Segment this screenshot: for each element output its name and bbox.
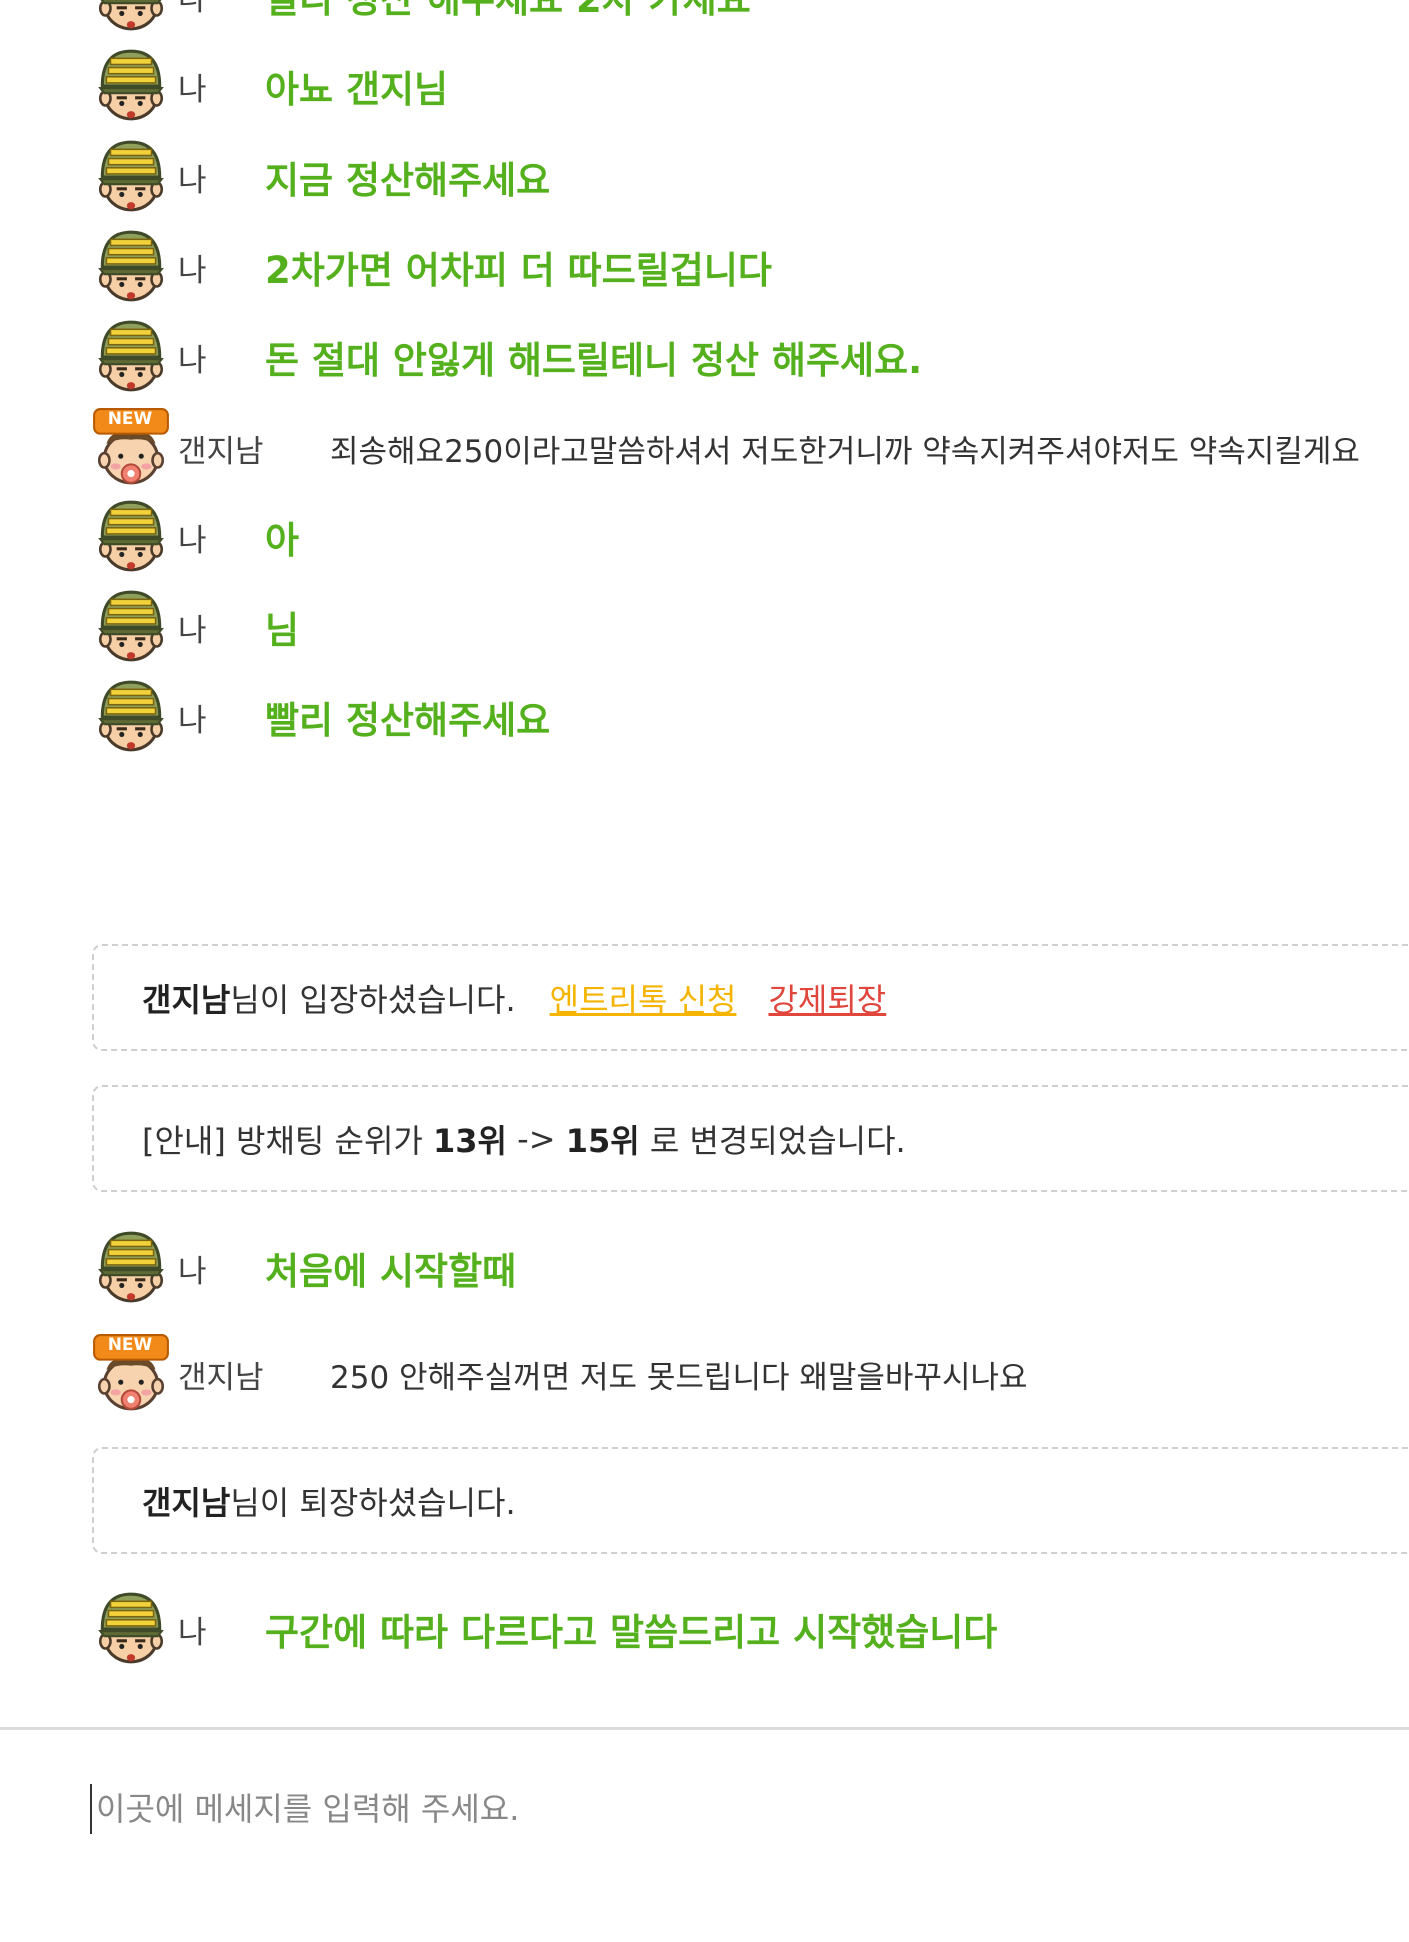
notice-text: 님이 퇴장하셨습니다. [230,1483,516,1522]
nickname: 갠지남 [178,433,264,470]
message-text: 처음에 시작할때 [265,1250,517,1293]
notice-text: [안내] 방채팅 순위가 [142,1121,434,1160]
nickname: 나 [178,522,207,559]
soldier-avatar-icon [90,1588,172,1670]
entry-talk-request-link[interactable]: 엔트리톡 신청 [550,975,737,1021]
message-input-area [0,1730,1409,1942]
nickname: 나 [178,1253,207,1290]
message-text: 돈 절대 안잃게 해드릴테니 정산 해주세요. [265,339,923,382]
message-text: 아 [265,519,300,562]
notice-user-name: 갠지남 [142,1483,231,1522]
soldier-avatar-icon [90,676,172,758]
soldier-avatar-icon [90,496,172,578]
new-baby-avatar-icon: NEW [90,407,172,489]
notice-text: 로 변경되었습니다. [639,1121,906,1160]
soldier-avatar-icon [90,1227,172,1309]
nickname: 나 [178,0,207,19]
system-notice-leave: 갠지남 님이 퇴장하셨습니다. [92,1447,1409,1554]
system-notice-rank: [안내] 방채팅 순위가 13위 -> 15위 로 변경되었습니다. [92,1085,1409,1192]
kick-link[interactable]: 강제퇴장 [768,975,886,1021]
chat-row-me: 나 지금 정산해주세요 [90,136,550,218]
message-text: 아뇨 갠지님 [265,68,449,111]
message-text: 빨리 정산해주세요 [265,699,551,742]
nickname: 나 [178,342,207,379]
new-baby-avatar-icon: NEW [90,1333,172,1415]
message-text: 2차가면 어차피 더 따드릴겁니다 [265,249,772,292]
soldier-avatar-icon [90,0,172,37]
chat-message-list[interactable]: 나 빨리 정산 해주세요 2차 가세요 나 아뇨 갠지님 나 지금 정산해주세요… [0,0,1409,1727]
message-text: 빨리 정산 해주세요 2차 가세요 [265,0,751,23]
notice-text: 님이 입장하셨습니다. [230,980,516,1019]
system-notice-enter: 갠지남 님이 입장하셨습니다. 엔트리톡 신청 강제퇴장 [92,944,1409,1051]
nickname: 나 [178,71,207,108]
nickname: 나 [178,252,207,289]
chat-row-me: 나 아 [90,496,299,578]
chat-row-me: 나 빨리 정산 해주세요 2차 가세요 [90,0,751,37]
rank-arrow: -> [507,1119,566,1158]
message-text: 250 안해주실꺼면 저도 못드립니다 왜말을바꾸시나요 [330,1359,1028,1396]
chat-row-other: NEW 갠지남 죄송해요250이라고말씀하셔서 저도한거니까 약속지켜주셔야저도… [90,407,1360,489]
soldier-avatar-icon [90,136,172,218]
nickname: 갠지남 [178,1359,264,1396]
rank-from: 13위 [433,1121,507,1160]
chat-row-me: 나 아뇨 갠지님 [90,45,448,127]
chat-row-me: 나 빨리 정산해주세요 [90,676,550,758]
chat-row-me: 나 돈 절대 안잃게 해드릴테니 정산 해주세요. [90,316,922,398]
new-badge: NEW [107,1335,153,1355]
chat-row-me: 나 처음에 시작할때 [90,1227,516,1309]
chat-row-me: 나 구간에 따라 다르다고 말씀드리고 시작했습니다 [90,1588,997,1670]
chat-row-me: 나 2차가면 어차피 더 따드릴겁니다 [90,226,772,308]
soldier-avatar-icon [90,45,172,127]
chat-row-me: 나 님 [90,586,299,668]
message-text: 죄송해요250이라고말씀하셔서 저도한거니까 약속지켜주셔야저도 약속지킬게요 [330,433,1360,470]
chat-row-other: NEW 갠지남 250 안해주실꺼면 저도 못드립니다 왜말을바꾸시나요 [90,1333,1028,1415]
message-text: 지금 정산해주세요 [265,159,551,202]
notice-user-name: 갠지남 [142,980,231,1019]
soldier-avatar-icon [90,586,172,668]
soldier-avatar-icon [90,316,172,398]
message-text: 구간에 따라 다르다고 말씀드리고 시작했습니다 [265,1611,998,1654]
nickname: 나 [178,612,207,649]
new-badge: NEW [107,409,153,429]
nickname: 나 [178,1614,207,1651]
message-input[interactable] [90,1784,1346,1834]
soldier-avatar-icon [90,226,172,308]
nickname: 나 [178,162,207,199]
message-text: 님 [265,609,300,652]
nickname: 나 [178,702,207,739]
rank-to: 15위 [565,1121,640,1160]
